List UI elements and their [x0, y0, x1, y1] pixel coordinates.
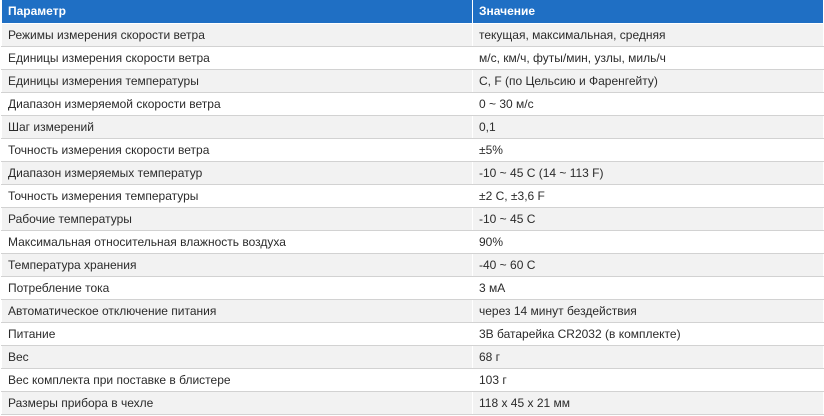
- header-row: Параметр Значение: [1, 0, 824, 24]
- table-row: Питание 3В батарейка CR2032 (в комплекте): [1, 322, 824, 346]
- spec-table-header: Параметр Значение: [1, 0, 824, 24]
- table-row: Размеры прибора в чехле 118 x 45 x 21 мм: [1, 391, 824, 415]
- parameter-cell: Точность измерения температуры: [1, 184, 473, 208]
- table-row: Максимальная относительная влажность воз…: [1, 230, 824, 254]
- value-cell: текущая, максимальная, средняя: [472, 23, 824, 47]
- spec-table: Параметр Значение Режимы измерения скоро…: [1, 0, 824, 415]
- value-cell: 3В батарейка CR2032 (в комплекте): [472, 322, 824, 346]
- parameter-cell: Питание: [1, 322, 473, 346]
- value-cell: 90%: [472, 230, 824, 254]
- table-row: Диапазон измеряемой скорости ветра 0 ~ 30…: [1, 92, 824, 116]
- value-cell: 0 ~ 30 м/с: [472, 92, 824, 116]
- table-row: Режимы измерения скорости ветра текущая, …: [1, 23, 824, 47]
- value-cell: через 14 минут бездействия: [472, 299, 824, 323]
- value-cell: 0,1: [472, 115, 824, 139]
- value-cell: 103 г: [472, 368, 824, 392]
- parameter-cell: Режимы измерения скорости ветра: [1, 23, 473, 47]
- table-row: Шаг измерений 0,1: [1, 115, 824, 139]
- value-cell: 3 мА: [472, 276, 824, 300]
- parameter-cell: Потребление тока: [1, 276, 473, 300]
- value-cell: ±5%: [472, 138, 824, 162]
- parameter-cell: Единицы измерения скорости ветра: [1, 46, 473, 70]
- parameter-cell: Шаг измерений: [1, 115, 473, 139]
- table-row: Единицы измерения скорости ветра м/с, км/…: [1, 46, 824, 70]
- header-value: Значение: [472, 0, 824, 24]
- table-row: Рабочие температуры -10 ~ 45 C: [1, 207, 824, 231]
- table-row: Точность измерения скорости ветра ±5%: [1, 138, 824, 162]
- parameter-cell: Автоматическое отключение питания: [1, 299, 473, 323]
- value-cell: -10 ~ 45 C (14 ~ 113 F): [472, 161, 824, 185]
- spec-table-body: Режимы измерения скорости ветра текущая, …: [1, 23, 824, 415]
- parameter-cell: Вес: [1, 345, 473, 369]
- table-row: Единицы измерения температуры C, F (по Це…: [1, 69, 824, 93]
- parameter-cell: Температура хранения: [1, 253, 473, 277]
- value-cell: 68 г: [472, 345, 824, 369]
- table-row: Потребление тока 3 мА: [1, 276, 824, 300]
- parameter-cell: Единицы измерения температуры: [1, 69, 473, 93]
- value-cell: -40 ~ 60 C: [472, 253, 824, 277]
- value-cell: -10 ~ 45 C: [472, 207, 824, 231]
- parameter-cell: Рабочие температуры: [1, 207, 473, 231]
- table-row: Температура хранения -40 ~ 60 C: [1, 253, 824, 277]
- table-row: Точность измерения температуры ±2 C, ±3,6…: [1, 184, 824, 208]
- parameter-cell: Вес комплекта при поставке в блистере: [1, 368, 473, 392]
- parameter-cell: Максимальная относительная влажность воз…: [1, 230, 473, 254]
- parameter-cell: Диапазон измеряемой скорости ветра: [1, 92, 473, 116]
- value-cell: 118 x 45 x 21 мм: [472, 391, 824, 415]
- table-row: Вес 68 г: [1, 345, 824, 369]
- parameter-cell: Диапазон измеряемых температур: [1, 161, 473, 185]
- value-cell: ±2 C, ±3,6 F: [472, 184, 824, 208]
- header-parameter: Параметр: [1, 0, 473, 24]
- value-cell: м/с, км/ч, футы/мин, узлы, миль/ч: [472, 46, 824, 70]
- table-row: Вес комплекта при поставке в блистере 103…: [1, 368, 824, 392]
- parameter-cell: Размеры прибора в чехле: [1, 391, 473, 415]
- value-cell: C, F (по Цельсию и Фаренгейту): [472, 69, 824, 93]
- parameter-cell: Точность измерения скорости ветра: [1, 138, 473, 162]
- table-row: Автоматическое отключение питания через 1…: [1, 299, 824, 323]
- table-row: Диапазон измеряемых температур -10 ~ 45 C…: [1, 161, 824, 185]
